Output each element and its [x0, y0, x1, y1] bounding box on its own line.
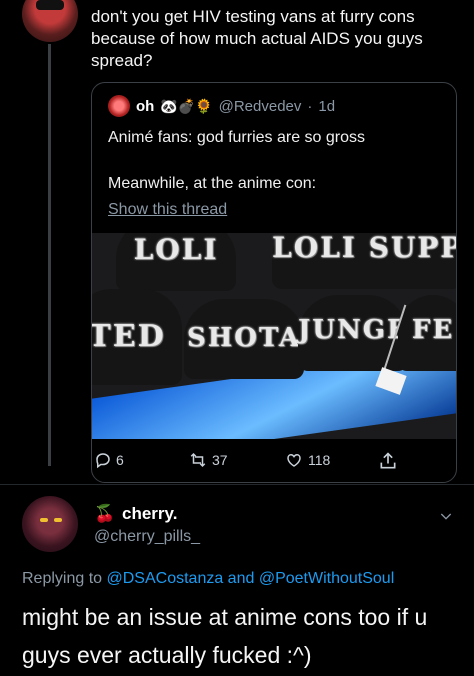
- show-thread-link[interactable]: Show this thread: [108, 201, 227, 219]
- replying-targets[interactable]: @DSACostanza and @PoetWithoutSoul: [107, 570, 395, 587]
- hat-image: SHOTA: [184, 299, 304, 379]
- action-bar: 6 37 118: [92, 445, 456, 475]
- quoted-handle[interactable]: @Redvedev: [219, 98, 302, 115]
- hat-image: FE: [398, 295, 456, 371]
- tweet-photo[interactable]: LOLI LOLI SUPPO TED SHOTA JUNGE FE: [92, 233, 456, 439]
- like-button[interactable]: 118: [284, 451, 330, 469]
- hat-image: LOLI: [116, 233, 236, 291]
- retweet-count: 37: [212, 452, 228, 468]
- display-name[interactable]: cherry.: [122, 504, 177, 524]
- avatar[interactable]: [22, 496, 78, 552]
- quoted-tweet-card[interactable]: oh 🐼💣🌻 @Redvedev · 1d Animé fans: god fu…: [91, 82, 457, 483]
- chevron-down-icon[interactable]: [438, 508, 454, 524]
- retweet-button[interactable]: 37: [188, 451, 228, 469]
- hat-image: JUNGE: [298, 295, 408, 371]
- quoted-tweet-header: oh 🐼💣🌻 @Redvedev · 1d: [108, 95, 335, 117]
- separator-dot: ·: [307, 97, 313, 115]
- like-icon: [287, 453, 301, 467]
- quoted-name-emojis: 🐼💣🌻: [160, 97, 213, 114]
- hat-label: FE: [411, 315, 455, 345]
- reply-count: 6: [116, 452, 124, 468]
- quoted-text-line-2: Meanwhile, at the anime con:: [108, 175, 317, 192]
- hat-label: SHOTA: [186, 323, 302, 353]
- hat-image: LOLI SUPPO: [272, 233, 456, 289]
- quoted-avatar[interactable]: [108, 95, 130, 117]
- divider: [0, 484, 474, 485]
- share-button[interactable]: [378, 451, 398, 471]
- tweet-text: don't you get HIV testing vans at furry …: [91, 7, 423, 70]
- hat-label: LOLI SUPPO: [272, 233, 456, 264]
- reply-icon: [96, 453, 110, 469]
- avatar[interactable]: [22, 0, 78, 42]
- hat-label: LOLI: [133, 233, 219, 266]
- reply-text: might be an issue at anime cons too if u…: [22, 604, 428, 668]
- user-handle[interactable]: @cherry_pills_: [94, 528, 200, 546]
- like-count: 118: [308, 452, 331, 468]
- quoted-text-line-1: Animé fans: god furries are so gross: [108, 129, 366, 146]
- retweet-icon: [190, 452, 206, 468]
- share-icon: [380, 452, 396, 469]
- quoted-timestamp[interactable]: 1d: [318, 98, 335, 115]
- replying-to: Replying to @DSACostanza and @PoetWithou…: [22, 570, 394, 588]
- quoted-display-name[interactable]: oh: [136, 98, 154, 115]
- hat-image: TED: [92, 289, 182, 385]
- thread-line: [48, 44, 51, 466]
- replying-prefix: Replying to: [22, 570, 103, 587]
- cherry-emoji: 🍒: [94, 504, 116, 523]
- hat-label: TED: [92, 319, 166, 354]
- reply-button[interactable]: 6: [94, 451, 124, 469]
